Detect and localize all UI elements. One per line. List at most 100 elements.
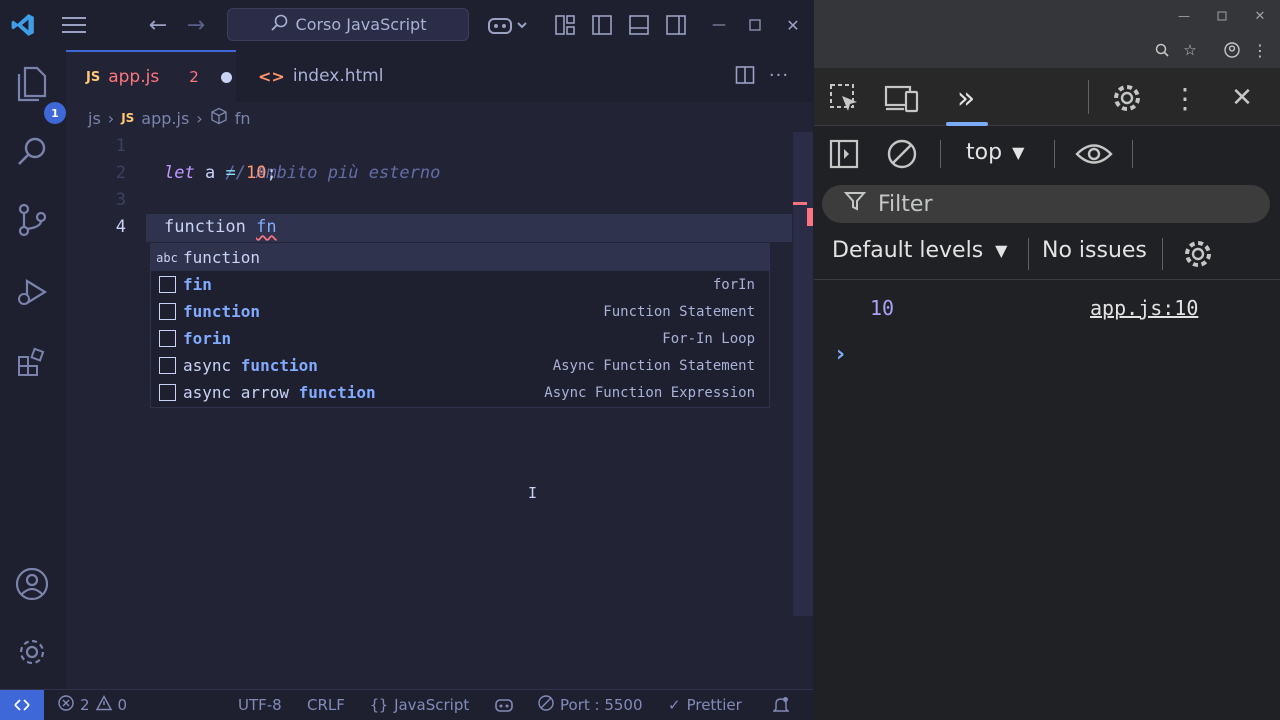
context-label: top: [966, 140, 1003, 165]
error-marker: [807, 208, 813, 226]
extensions-icon[interactable]: [14, 344, 50, 380]
profile-icon[interactable]: [1222, 40, 1242, 60]
code-editor[interactable]: 1 2 3 4 // Ambito più esterno let a = 10…: [66, 132, 792, 689]
console-toolbar: [814, 126, 1280, 182]
search-view-icon[interactable]: [14, 134, 50, 170]
problems-indicator[interactable]: 2 0: [58, 690, 127, 720]
console-source-link[interactable]: app.js:10: [1090, 296, 1198, 320]
more-actions-icon[interactable]: ···: [766, 62, 792, 88]
settings-gear-icon[interactable]: [1108, 80, 1146, 116]
layout-customize-icon[interactable]: [552, 12, 578, 38]
bookmark-star-icon[interactable]: ☆: [1180, 40, 1200, 60]
search-label: Corso JavaScript: [295, 15, 427, 34]
eol-selector[interactable]: CRLF: [307, 690, 345, 720]
split-editor-icon[interactable]: [732, 62, 758, 88]
zoom-icon[interactable]: [1152, 40, 1172, 60]
toolbar-divider: [1162, 238, 1163, 270]
explorer-icon[interactable]: 1: [14, 66, 66, 124]
show-sidebar-icon[interactable]: [826, 136, 862, 172]
back-arrow-icon[interactable]: ←: [143, 10, 173, 40]
command-center-search[interactable]: Corso JavaScript: [227, 8, 469, 41]
prettier-status[interactable]: ✓ Prettier: [668, 690, 742, 720]
search-icon: [270, 14, 288, 36]
tab-label: index.html: [292, 66, 384, 86]
console-settings-gear-icon[interactable]: [1180, 236, 1216, 272]
more-tabs-icon[interactable]: »: [948, 80, 984, 116]
maximize-icon[interactable]: [1212, 6, 1232, 26]
console-prompt-chevron-icon[interactable]: ›: [836, 342, 845, 367]
toolbar-divider: [1054, 140, 1055, 168]
toggle-secondary-sidebar-icon[interactable]: [663, 12, 689, 38]
run-debug-icon[interactable]: [14, 274, 50, 310]
browser-url-bar: ☆ ⋮: [814, 32, 1280, 68]
remote-indicator-icon[interactable]: [0, 690, 44, 720]
encoding-selector[interactable]: UTF-8: [238, 690, 282, 720]
close-icon[interactable]: ✕: [1250, 6, 1270, 26]
suggestion-item[interactable]: forin For-In Loop: [151, 325, 769, 352]
log-levels-dropdown[interactable]: Default levels ▼: [832, 238, 1007, 263]
suggestion-label: fin: [183, 275, 212, 294]
warning-icon: [95, 695, 112, 715]
suggestion-widget: abc function fin forIn function Function…: [150, 243, 770, 408]
minimize-icon[interactable]: —: [1174, 6, 1194, 26]
console-log-value: 10: [870, 296, 895, 320]
suggestion-item[interactable]: async function Async Function Statement: [151, 352, 769, 379]
text-suggestion-icon: abc: [156, 250, 178, 265]
filter-placeholder: Filter: [878, 191, 933, 217]
maximize-icon[interactable]: [742, 12, 768, 38]
suggestion-label: async arrow function: [183, 383, 376, 402]
notifications-bell-icon[interactable]: [773, 690, 789, 720]
devtools-window: — ✕ ☆ ⋮ » ⋮ ✕ top ▼ Filter Default level…: [814, 0, 1280, 720]
breadcrumb-folder[interactable]: js: [88, 109, 101, 128]
close-devtools-icon[interactable]: ✕: [1224, 80, 1260, 116]
copilot-icon[interactable]: [484, 10, 530, 40]
toolbar-divider: [1088, 80, 1089, 114]
language-mode[interactable]: {} JavaScript: [370, 690, 469, 720]
breadcrumb-file[interactable]: app.js: [141, 109, 189, 128]
live-expression-eye-icon[interactable]: [1072, 136, 1116, 172]
levels-label: Default levels: [832, 238, 984, 263]
forward-arrow-icon[interactable]: →: [181, 10, 211, 40]
tab-index-html[interactable]: <> index.html: [236, 50, 416, 102]
suggestion-item[interactable]: function Function Statement: [151, 298, 769, 325]
line-number: 4: [115, 217, 126, 237]
suggestion-item[interactable]: abc function: [151, 244, 769, 271]
device-toolbar-icon[interactable]: [884, 80, 920, 116]
live-server-port[interactable]: Port : 5500: [538, 690, 643, 720]
language-label: JavaScript: [394, 696, 470, 714]
manage-gear-icon[interactable]: [14, 634, 50, 670]
context-selector[interactable]: top ▼: [966, 140, 1024, 165]
toolbar-divider: [940, 140, 941, 168]
browser-menu-icon[interactable]: ⋮: [1250, 40, 1270, 60]
suggestion-item[interactable]: async arrow function Async Function Expr…: [151, 379, 769, 406]
issues-counter[interactable]: No issues: [1042, 238, 1147, 263]
menu-icon[interactable]: [58, 10, 90, 40]
editor-scrollbar[interactable]: [793, 132, 813, 689]
source-control-icon[interactable]: [14, 202, 50, 238]
toggle-panel-icon[interactable]: [626, 12, 652, 38]
status-bar: 2 0 UTF-8 CRLF {} JavaScript Port : 5500…: [0, 689, 813, 720]
console-filter-input[interactable]: Filter: [822, 185, 1270, 223]
devtools-toolbar: » ⋮ ✕: [814, 68, 1280, 126]
toolbar-divider: [1132, 140, 1133, 168]
copilot-status-icon[interactable]: [494, 690, 514, 720]
suggestion-item[interactable]: fin forIn: [151, 271, 769, 298]
accounts-icon[interactable]: [14, 566, 50, 602]
code-keyword: let: [164, 163, 195, 183]
unsaved-dot-icon[interactable]: [220, 71, 232, 83]
error-icon: [58, 695, 74, 715]
code-function-name: fn: [256, 217, 277, 237]
editor-tabs: JS app.js 2 <> index.html ···: [66, 50, 813, 102]
customize-menu-icon[interactable]: ⋮: [1170, 80, 1200, 116]
breadcrumb-symbol[interactable]: fn: [235, 109, 251, 128]
clear-console-icon[interactable]: [884, 136, 920, 172]
html-file-icon: <>: [258, 66, 285, 86]
toggle-primary-sidebar-icon[interactable]: [589, 12, 615, 38]
minimize-icon[interactable]: —: [706, 12, 732, 38]
inspect-element-icon[interactable]: [826, 80, 862, 116]
tab-app-js[interactable]: JS app.js 2: [66, 50, 236, 102]
browser-title-bar: — ✕: [814, 0, 1280, 32]
filter-funnel-icon: [843, 190, 867, 218]
suggestion-detail: For-In Loop: [662, 330, 755, 347]
close-icon[interactable]: ✕: [780, 12, 806, 38]
